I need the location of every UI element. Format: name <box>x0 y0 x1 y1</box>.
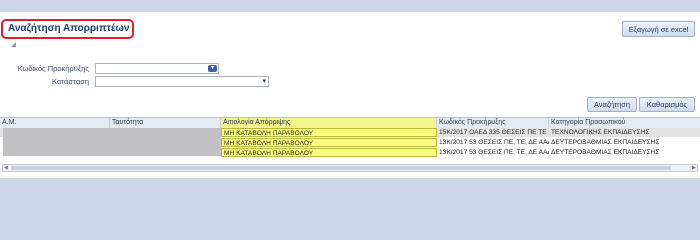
notice-code-label: Κωδικός Προκήρυξης <box>17 64 89 73</box>
column-header-rejection-reason[interactable]: Αιτιολογία Απόρριψης <box>221 118 437 128</box>
notice-code-select[interactable]: ▾ <box>95 63 219 74</box>
rejection-reason-cell: ΜΗ ΚΑΤΑΒΟΛΗ ΠΑΡΑΒΟΛΟΥ <box>221 148 437 157</box>
staff-category-cell: ΤΕΧΝΟΛΟΓΙΚΗΣ ΕΚΠΑΙΔΕΥΣΗΣ <box>551 129 650 136</box>
column-header-identity[interactable]: Ταυτότητα <box>110 118 221 128</box>
column-header-notice-code[interactable]: Κωδικός Προκήρυξης <box>437 118 549 128</box>
collapse-arrow-icon[interactable] <box>11 42 16 47</box>
status-label: Κατάσταση <box>51 77 89 86</box>
clear-button[interactable]: Καθαρισμός <box>639 97 695 112</box>
column-header-am[interactable]: Α.Μ. <box>0 118 110 128</box>
rejection-reason-cell: ΜΗ ΚΑΤΑΒΟΛΗ ΠΑΡΑΒΟΛΟΥ <box>221 128 437 137</box>
staff-category-cell: ΔΕΥΤΕΡΟΒΑΘΜΙΑΣ ΕΚΠΑΙΔΕΥΣΗΣ <box>551 149 660 156</box>
page-title: Αναζήτηση Απορριπτέων <box>8 23 130 34</box>
dropdown-chevron-icon[interactable]: ▾ <box>208 65 217 72</box>
staff-category-cell: ΔΕΥΤΕΡΟΒΑΘΜΙΑΣ ΕΚΠΑΙΔΕΥΣΗΣ <box>551 139 660 146</box>
rejection-reason-cell: ΜΗ ΚΑΤΑΒΟΛΗ ΠΑΡΑΒΟΛΟΥ <box>221 138 437 147</box>
horizontal-scrollbar[interactable]: ◀ ▶ <box>2 164 698 172</box>
chevron-down-icon[interactable]: ▾ <box>262 77 266 87</box>
notice-code-cell: 15Κ/2017 ΟΑΕΔ 335 ΘΕΣΕΙΣ ΠΕ ΤΕ <box>439 129 547 136</box>
status-select[interactable]: ▾ <box>95 76 269 87</box>
scrollbar-thumb[interactable] <box>11 166 671 170</box>
page-title-box: Αναζήτηση Απορριπτέων <box>1 19 134 39</box>
redacted-cells <box>3 128 221 156</box>
export-excel-button[interactable]: Εξαγωγή σε excel <box>622 21 695 37</box>
notice-code-cell: 13Κ/2017 53 ΘΕΣΕΙΣ ΠΕ, ΤΕ, ΔΕ ΑΑΔΕ... <box>439 139 549 146</box>
notice-code-cell: 13Κ/2017 53 ΘΕΣΕΙΣ ΠΕ, ΤΕ, ΔΕ ΑΑΔΕ... <box>439 149 549 156</box>
scroll-right-icon[interactable]: ▶ <box>692 165 696 171</box>
search-button[interactable]: Αναζήτηση <box>587 97 637 112</box>
column-header-staff-category[interactable]: Κατηγορία Προσωπικού <box>549 118 700 128</box>
scroll-left-icon[interactable]: ◀ <box>4 165 8 171</box>
